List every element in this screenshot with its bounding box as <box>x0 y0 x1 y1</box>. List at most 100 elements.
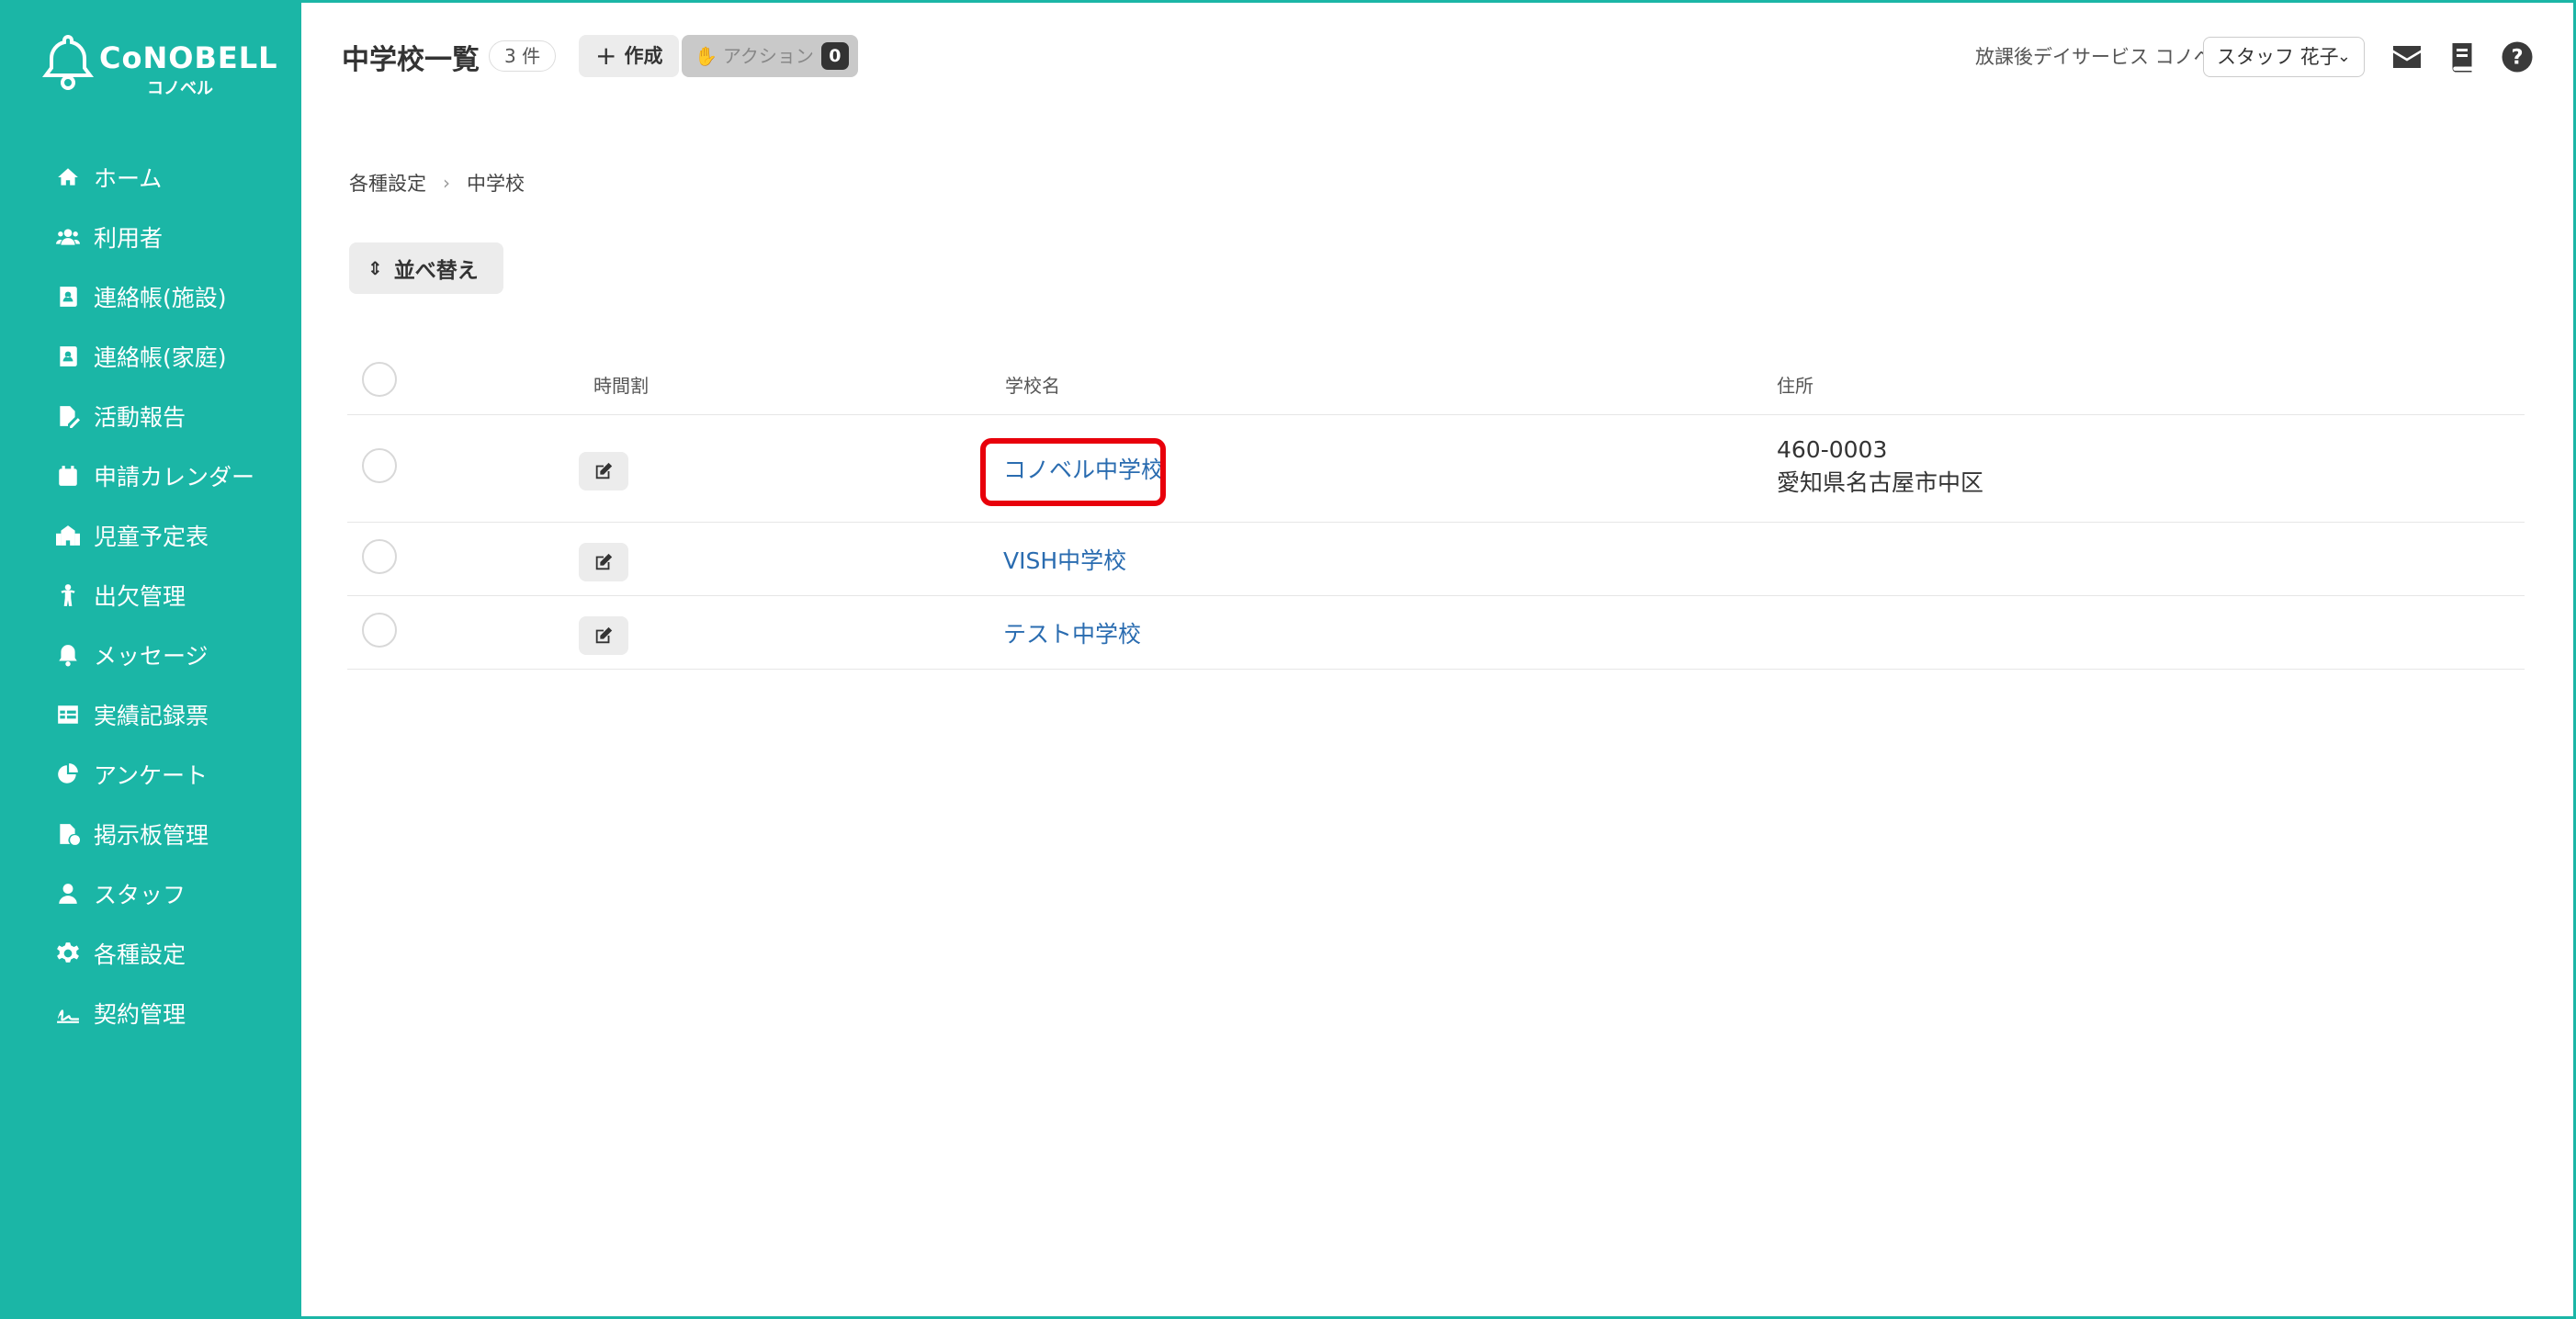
select-all-checkbox[interactable] <box>362 362 397 397</box>
sidebar-item-home[interactable]: ホーム <box>0 147 301 207</box>
column-header-school-name: 学校名 <box>1005 375 1060 397</box>
sidebar-item-contact-facility[interactable]: 連絡帳(施設) <box>0 266 301 326</box>
sidebar-item-label: アンケート <box>94 761 209 789</box>
school-name-link[interactable]: テスト中学校 <box>1003 616 1141 649</box>
brand-name: CoNOBELL <box>99 40 278 75</box>
file-check-icon <box>55 821 81 847</box>
sidebar-item-label: 連絡帳(家庭) <box>94 344 227 371</box>
mail-icon[interactable] <box>2390 40 2423 73</box>
edit-icon <box>595 626 613 644</box>
address-text: 愛知県名古屋市中区 <box>1777 469 1984 496</box>
sidebar-item-label: 各種設定 <box>94 941 186 968</box>
sidebar-item-calendar[interactable]: 申請カレンダー <box>0 445 301 505</box>
header: 中学校一覧 3 件 + 作成 ✋ アクション 0 放課後デイサービス コノベル … <box>301 0 2576 110</box>
school-name-link[interactable]: VISH中学校 <box>1003 543 1126 576</box>
signature-icon <box>55 1000 81 1026</box>
school-building-icon <box>55 523 81 548</box>
svg-text:?: ? <box>2511 46 2523 70</box>
table-icon <box>55 702 81 727</box>
hand-icon: ✋ <box>695 45 717 67</box>
row-checkbox[interactable] <box>362 613 397 648</box>
sort-button[interactable]: ⇕ 並べ替え <box>349 242 503 294</box>
sidebar-item-activity-report[interactable]: 活動報告 <box>0 386 301 445</box>
chevron-down-icon: ⌄ <box>2336 47 2351 66</box>
bell-icon <box>55 642 81 668</box>
sidebar-item-bulletin[interactable]: 掲示板管理 <box>0 804 301 863</box>
contact-book-icon <box>55 284 81 310</box>
sort-label: 並べ替え <box>393 259 479 283</box>
sidebar-item-label: 連絡帳(施設) <box>94 284 227 311</box>
sidebar-item-label: 掲示板管理 <box>94 821 209 849</box>
home-icon <box>55 164 81 190</box>
action-label: アクション <box>722 45 814 67</box>
postal-code: 460-0003 <box>1777 436 1888 463</box>
sidebar-item-label: ホーム <box>94 164 163 192</box>
staff-select-value: スタッフ 花子 <box>2217 46 2339 68</box>
sidebar-item-label: メッセージ <box>94 642 209 670</box>
facility-name: 放課後デイサービス コノベル <box>1975 46 2232 68</box>
table-row: VISH中学校 <box>347 523 2525 596</box>
row-checkbox[interactable] <box>362 448 397 483</box>
sidebar-item-label: 活動報告 <box>94 403 186 431</box>
action-button[interactable]: ✋ アクション 0 <box>682 35 858 77</box>
sidebar-item-label: スタッフ <box>94 881 186 908</box>
page-title: 中学校一覧 <box>342 44 480 76</box>
sidebar-item-messages[interactable]: メッセージ <box>0 625 301 684</box>
plus-icon: + <box>595 40 617 71</box>
create-label: 作成 <box>624 45 663 67</box>
sidebar-item-attendance[interactable]: 出欠管理 <box>0 565 301 625</box>
contact-book-icon <box>55 344 81 369</box>
chevron-right-icon: › <box>443 172 450 194</box>
breadcrumb-settings[interactable]: 各種設定 <box>349 169 426 197</box>
edit-icon <box>595 553 613 570</box>
file-pen-icon <box>55 403 81 429</box>
sidebar-item-records[interactable]: 実績記録票 <box>0 684 301 744</box>
brand-sub: コノベル <box>147 79 213 98</box>
table-row: テスト中学校 <box>347 596 2525 670</box>
sidebar-nav: ホーム 利用者 連絡帳(施設) 連絡帳(家庭) 活動報告 申請カレンダー 児童予… <box>0 147 301 1043</box>
sidebar-item-label: 契約管理 <box>94 1000 186 1028</box>
table-row: コノベル中学校 460-0003 愛知県名古屋市中区 <box>347 415 2525 523</box>
app-logo[interactable]: CoNOBELL コノベル <box>40 33 279 98</box>
help-icon[interactable]: ? <box>2501 40 2534 73</box>
book-icon[interactable] <box>2446 40 2479 73</box>
users-icon <box>55 224 81 250</box>
staff-select[interactable]: スタッフ 花子 ⌄ <box>2203 37 2365 77</box>
table-header-row: 時間割 学校名 住所 <box>347 349 2525 415</box>
edit-timetable-button[interactable] <box>579 616 628 655</box>
sort-icon: ⇕ <box>367 257 383 279</box>
sidebar-item-label: 児童予定表 <box>94 523 209 550</box>
sidebar-item-label: 出欠管理 <box>94 582 186 610</box>
column-header-timetable: 時間割 <box>593 375 649 397</box>
child-icon <box>55 582 81 608</box>
schools-table: 時間割 学校名 住所 コノベル中学校 460-0003 愛知県名古屋市中区 VI… <box>347 349 2525 670</box>
action-count-badge: 0 <box>820 42 849 70</box>
sidebar: CoNOBELL コノベル ホーム 利用者 連絡帳(施設) 連絡帳(家庭) 活動… <box>0 0 301 1319</box>
create-button[interactable]: + 作成 <box>579 35 680 77</box>
pie-chart-icon <box>55 761 81 787</box>
staff-icon <box>55 881 81 907</box>
bell-logo-icon <box>42 34 94 90</box>
sidebar-item-contact-home[interactable]: 連絡帳(家庭) <box>0 326 301 386</box>
sidebar-item-staff[interactable]: スタッフ <box>0 863 301 923</box>
address-cell: 460-0003 愛知県名古屋市中区 <box>1777 434 1983 500</box>
breadcrumb: 各種設定 › 中学校 <box>349 169 525 197</box>
gear-icon <box>55 941 81 966</box>
sidebar-item-settings[interactable]: 各種設定 <box>0 923 301 983</box>
count-badge: 3 件 <box>489 40 557 72</box>
sidebar-item-survey[interactable]: アンケート <box>0 744 301 804</box>
highlight-box <box>980 438 1166 506</box>
edit-icon <box>595 462 613 479</box>
row-checkbox[interactable] <box>362 539 397 574</box>
column-header-address: 住所 <box>1777 375 1813 397</box>
sidebar-item-child-schedule[interactable]: 児童予定表 <box>0 505 301 565</box>
breadcrumb-current: 中学校 <box>467 173 525 195</box>
sidebar-item-users[interactable]: 利用者 <box>0 207 301 266</box>
sidebar-item-label: 利用者 <box>94 224 164 252</box>
sidebar-item-label: 実績記録票 <box>94 702 209 729</box>
sidebar-item-label: 申請カレンダー <box>94 463 255 490</box>
edit-timetable-button[interactable] <box>579 452 628 490</box>
calendar-icon <box>55 463 81 489</box>
edit-timetable-button[interactable] <box>579 543 628 581</box>
sidebar-item-contract[interactable]: 契約管理 <box>0 983 301 1043</box>
